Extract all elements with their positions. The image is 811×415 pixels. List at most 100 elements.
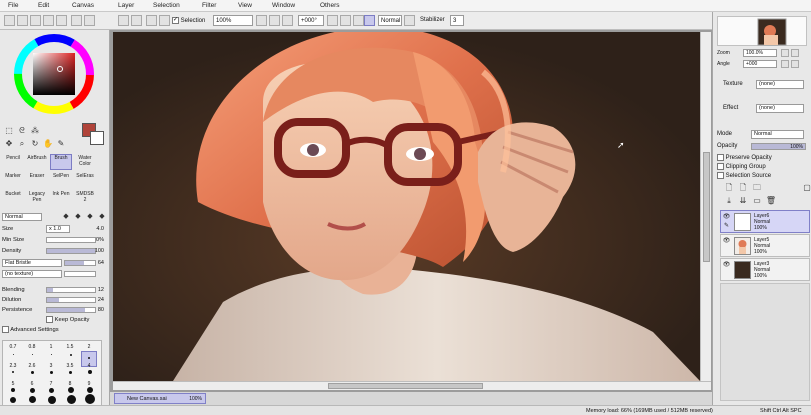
persistence-slider[interactable] <box>46 307 96 313</box>
dot-size-label[interactable]: 0.8 <box>24 344 40 350</box>
dot-size-label[interactable]: 3 <box>43 363 59 369</box>
hand-tool-icon[interactable]: ✋ <box>42 138 54 150</box>
menu-layer[interactable]: Layer <box>118 2 134 9</box>
layer-opacity-slider[interactable]: 100% <box>751 143 806 150</box>
dot-size-label[interactable]: 2.3 <box>5 363 21 369</box>
secondary-color-swatch[interactable] <box>90 131 104 145</box>
preserve-opacity-row[interactable]: Preserve Opacity <box>717 154 772 161</box>
dot-size-label[interactable]: 7 <box>43 381 59 387</box>
rotation-field[interactable]: +000° <box>298 15 324 26</box>
selection-checkbox-wrap[interactable]: ✓ Selection <box>172 17 205 24</box>
layer-mode-select[interactable]: Normal <box>751 130 804 139</box>
dilution-slider[interactable] <box>46 297 96 303</box>
tool-bucket[interactable]: Bucket <box>2 190 24 206</box>
rotate-reset-button[interactable] <box>353 15 364 26</box>
shape-strength-slider[interactable] <box>64 260 96 266</box>
zoom-in-button[interactable] <box>269 15 280 26</box>
tool-legacy-pen[interactable]: Legacy Pen <box>26 190 48 206</box>
canvas-tab[interactable]: New Canvas.sai 100% <box>114 393 206 404</box>
tool-seleras[interactable]: SelEras <box>74 172 96 188</box>
new-folder-icon[interactable]: 🗀 <box>751 182 763 194</box>
layer-item[interactable]: 👁 Layer3 Normal 100% <box>720 258 810 281</box>
vertical-flip-button[interactable] <box>404 15 415 26</box>
min-size-slider[interactable] <box>46 237 96 243</box>
color-wheel[interactable] <box>7 34 101 114</box>
dot-size-label[interactable]: 2.6 <box>24 363 40 369</box>
horizontal-scrollbar[interactable] <box>113 381 711 390</box>
menu-filter[interactable]: Filter <box>202 2 216 9</box>
nav-zoom-out-button[interactable] <box>781 49 789 57</box>
menu-canvas[interactable]: Canvas <box>72 2 94 9</box>
zoom-reset-button[interactable] <box>282 15 293 26</box>
layer-mask-icon[interactable]: ▢ <box>801 182 811 194</box>
flip-horizontal-button[interactable] <box>364 15 375 26</box>
layer-texture-select[interactable]: (none) <box>756 80 804 89</box>
brush-blend-mode-select[interactable]: Normal <box>2 213 42 221</box>
dot-size-label[interactable]: 6 <box>24 381 40 387</box>
clipping-group-row[interactable]: Clipping Group <box>717 163 766 170</box>
nav-zoom-field[interactable]: 100.0% <box>743 49 777 57</box>
density-slider[interactable] <box>46 248 96 254</box>
undo-button[interactable] <box>118 15 129 26</box>
magic-wand-icon[interactable]: ⁂ <box>29 125 41 137</box>
zoom-field[interactable]: 100% <box>213 15 253 26</box>
delete-layer-icon[interactable]: 🗑 <box>765 195 777 207</box>
selection-source-row[interactable]: Selection Source <box>717 172 771 179</box>
selection-source-checkbox[interactable] <box>717 172 724 179</box>
rotate-left-button[interactable] <box>327 15 338 26</box>
color-palette-toggle-button[interactable] <box>30 15 41 26</box>
tool-marker[interactable]: Marker <box>2 172 24 188</box>
preserve-opacity-checkbox[interactable] <box>717 154 724 161</box>
tool-airbrush[interactable]: AirBrush <box>26 154 48 170</box>
texture-strength-slider[interactable] <box>64 271 96 277</box>
horizontal-scroll-thumb[interactable] <box>328 383 483 389</box>
brush-shape-icon[interactable]: ◆ <box>72 211 84 223</box>
brush-shape-icon[interactable]: ◆ <box>84 211 96 223</box>
nav-zoom-in-button[interactable] <box>791 49 799 57</box>
keep-opacity-row[interactable]: Keep Opacity <box>2 316 106 324</box>
rect-select-icon[interactable]: ⬚ <box>3 125 15 137</box>
scratchpad-toggle-button[interactable] <box>43 15 54 26</box>
keep-opacity-checkbox[interactable] <box>46 316 53 323</box>
invert-selection-button[interactable] <box>159 15 170 26</box>
tool-ink-pen[interactable]: Ink Pen <box>50 190 72 206</box>
merge-down-icon[interactable]: ⇊ <box>737 195 749 207</box>
visibility-eye-icon[interactable]: 👁 <box>722 238 731 245</box>
visibility-eye-icon[interactable]: 👁 <box>722 262 731 269</box>
nav-rotate-left-button[interactable] <box>781 60 789 68</box>
toolbar-toggle-button[interactable] <box>71 15 82 26</box>
nav-angle-field[interactable]: +000 <box>743 60 777 68</box>
zoom-tool-icon[interactable]: ⌕ <box>16 138 28 150</box>
advanced-settings-row[interactable]: Advanced Settings <box>2 326 106 334</box>
tool-brush[interactable]: Brush <box>50 154 72 170</box>
move-icon[interactable]: ✥ <box>3 138 15 150</box>
dot-size-label[interactable]: 2 <box>81 344 97 350</box>
brush-shape-icon[interactable]: ◆ <box>96 211 108 223</box>
eyedropper-icon[interactable]: ✎ <box>55 138 67 150</box>
tool-eraser[interactable]: Eraser <box>26 172 48 188</box>
brush-texture-select[interactable]: (no texture) <box>2 270 62 278</box>
brush-shape-icon[interactable]: ◆ <box>60 211 72 223</box>
dot-size-label[interactable]: 0.7 <box>5 344 21 350</box>
transfer-down-icon[interactable]: ⤓ <box>723 195 735 207</box>
vertical-scroll-thumb[interactable] <box>703 152 710 262</box>
rotate-right-button[interactable] <box>340 15 351 26</box>
navigator-preview[interactable] <box>717 16 807 46</box>
redo-button[interactable] <box>131 15 142 26</box>
clipping-group-checkbox[interactable] <box>717 163 724 170</box>
advanced-settings-checkbox[interactable] <box>2 326 9 333</box>
menu-selection[interactable]: Selection <box>153 2 180 9</box>
layer-item[interactable]: 👁 ✎ Layer6 Normal 100% <box>720 210 810 233</box>
size-multiplier-select[interactable]: x 1.0 <box>46 225 70 233</box>
dot-size-label[interactable]: 3.5 <box>62 363 78 369</box>
layer-effect-select[interactable]: (none) <box>756 104 804 113</box>
visibility-eye-icon[interactable]: 👁 <box>722 214 731 221</box>
color-wheel-toggle-button[interactable] <box>4 15 15 26</box>
selection-checkbox[interactable]: ✓ <box>172 17 179 24</box>
menu-file[interactable]: File <box>8 2 18 9</box>
blending-slider[interactable] <box>46 287 96 293</box>
dot-size-label[interactable]: 5 <box>5 381 21 387</box>
drawing-canvas[interactable]: ➚ <box>113 32 700 381</box>
blend-mode-field[interactable]: Normal <box>378 15 402 26</box>
zoom-out-button[interactable] <box>256 15 267 26</box>
